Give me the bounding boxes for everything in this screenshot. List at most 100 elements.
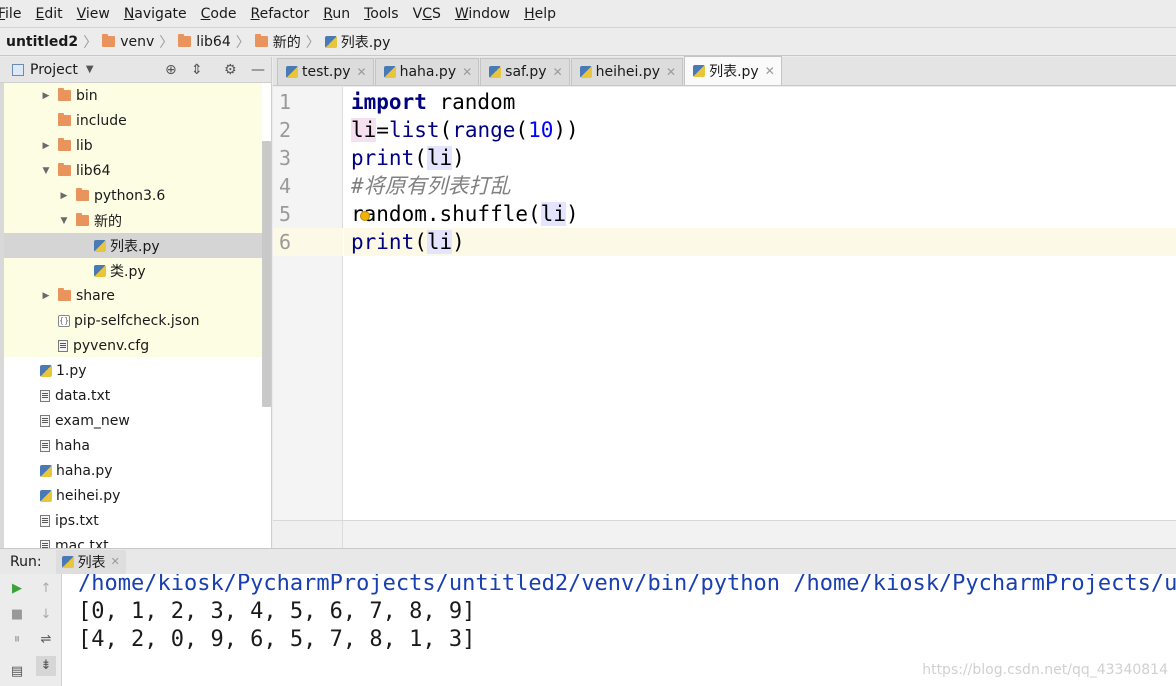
- python-file-icon: [693, 65, 706, 77]
- breadcrumb-file[interactable]: 列表.py: [324, 32, 390, 52]
- builtin: print: [351, 230, 415, 254]
- tree-item[interactable]: ▶ share: [4, 283, 262, 308]
- arrow-down-icon[interactable]: ↓: [36, 605, 56, 625]
- breadcrumb-lib64[interactable]: lib64: [178, 34, 231, 50]
- chevron-right-icon[interactable]: ▶: [40, 291, 52, 301]
- close-icon[interactable]: ✕: [357, 65, 367, 79]
- tree-item[interactable]: pyvenv.cfg: [4, 333, 262, 358]
- run-label: Run:: [10, 553, 42, 570]
- code-editor[interactable]: 1 2 3 4 5 6 import random li=list(range(…: [273, 87, 1176, 520]
- chevron-down-icon[interactable]: ▼: [58, 216, 70, 226]
- console-command-line: /home/kiosk/PycharmProjects/untitled2/ve…: [78, 574, 1176, 596]
- chevron-right-icon[interactable]: ▶: [40, 141, 52, 151]
- tree-item[interactable]: ▶ bin: [4, 83, 262, 108]
- menu-vcs[interactable]: VCS: [406, 0, 448, 28]
- identifier: random: [426, 90, 516, 114]
- menu-window[interactable]: Window: [448, 0, 517, 28]
- menu-view[interactable]: View: [70, 0, 117, 28]
- editor-tab[interactable]: haha.py ✕: [374, 58, 480, 85]
- run-tab-label: 列表: [77, 554, 106, 571]
- editor-tab[interactable]: 列表.py ✕: [684, 56, 782, 85]
- close-icon[interactable]: ✕: [553, 65, 563, 79]
- intention-bulb-icon[interactable]: [360, 211, 370, 221]
- soft-wrap-icon[interactable]: ⇌: [36, 630, 56, 650]
- tree-item[interactable]: 类.py: [4, 258, 262, 283]
- number-literal: 10: [528, 118, 554, 142]
- close-icon[interactable]: ✕: [765, 64, 775, 78]
- paren: (: [439, 118, 453, 142]
- builtin: print: [351, 146, 415, 170]
- tree-item[interactable]: heihei.py: [4, 483, 262, 508]
- editor-tab[interactable]: saf.py ✕: [480, 58, 570, 85]
- menu-file[interactable]: File: [0, 0, 28, 28]
- paren: (: [414, 146, 427, 170]
- breadcrumb-separator: 〉: [159, 34, 174, 51]
- variable: li: [426, 146, 453, 170]
- python-file-icon: [489, 66, 502, 78]
- menu-run[interactable]: Run: [316, 0, 357, 28]
- close-icon[interactable]: ✕: [666, 65, 676, 79]
- gear-icon[interactable]: ⚙: [224, 62, 237, 78]
- tree-item[interactable]: ips.txt: [4, 508, 262, 533]
- folder-icon: [76, 213, 89, 226]
- tree-item[interactable]: ▼ lib64: [4, 158, 262, 183]
- hide-panel-icon[interactable]: —: [251, 62, 265, 78]
- tree-item-label: 新的: [94, 213, 122, 230]
- code-line-1[interactable]: import random: [351, 88, 515, 116]
- scroll-to-end-icon[interactable]: ⇟: [36, 656, 56, 676]
- paren: )): [553, 118, 579, 142]
- tree-item[interactable]: haha: [4, 433, 262, 458]
- line-number: 5: [279, 202, 292, 226]
- menu-tools[interactable]: Tools: [357, 0, 406, 28]
- code-line-5[interactable]: random.shuffle(li): [351, 200, 579, 228]
- stop-icon[interactable]: ■: [7, 605, 27, 625]
- tree-item[interactable]: ▶ python3.6: [4, 183, 262, 208]
- project-view-selector[interactable]: Project ▼: [12, 62, 94, 78]
- menu-edit[interactable]: Edit: [28, 0, 69, 28]
- tree-item[interactable]: 列表.py: [4, 233, 262, 258]
- tree-item[interactable]: ▼ 新的: [4, 208, 262, 233]
- collapse-all-icon[interactable]: ⇕: [191, 62, 203, 78]
- run-config-tab[interactable]: 列表 ✕: [55, 549, 126, 574]
- menu-help[interactable]: Help: [517, 0, 563, 28]
- project-tree-scrollbar[interactable]: [262, 141, 271, 407]
- layout-icon[interactable]: ▤: [7, 662, 27, 682]
- menu-refactor[interactable]: Refactor: [243, 0, 316, 28]
- watermark: https://blog.csdn.net/qq_43340814: [922, 662, 1168, 678]
- tree-item[interactable]: exam_new: [4, 408, 262, 433]
- menu-navigate[interactable]: Navigate: [117, 0, 194, 28]
- tree-item-label: heihei.py: [56, 487, 121, 504]
- tree-item[interactable]: data.txt: [4, 383, 262, 408]
- tree-item[interactable]: 1.py: [4, 358, 262, 383]
- pause-icon[interactable]: ⏸: [7, 630, 27, 650]
- chevron-right-icon[interactable]: ▶: [40, 91, 52, 101]
- code-line-6[interactable]: print(li): [351, 228, 465, 256]
- tree-item[interactable]: {} pip-selfcheck.json: [4, 308, 262, 333]
- code-line-3[interactable]: print(li): [351, 144, 465, 172]
- code-line-4[interactable]: #将原有列表打乱: [351, 172, 511, 200]
- tree-item[interactable]: haha.py: [4, 458, 262, 483]
- arrow-up-icon[interactable]: ↑: [36, 579, 56, 599]
- menu-code[interactable]: Code: [194, 0, 244, 28]
- tree-item[interactable]: mac.txt: [4, 533, 262, 548]
- tree-item[interactable]: ▶ lib: [4, 133, 262, 158]
- python-file-icon: [40, 489, 52, 502]
- breadcrumb-venv[interactable]: venv: [102, 34, 154, 50]
- chevron-down-icon[interactable]: ▼: [40, 166, 52, 176]
- run-console[interactable]: /home/kiosk/PycharmProjects/untitled2/ve…: [62, 574, 1176, 686]
- rerun-icon[interactable]: ▶: [7, 579, 27, 599]
- editor-tab[interactable]: heihei.py ✕: [570, 58, 684, 85]
- breadcrumb-xinde[interactable]: 新的: [254, 32, 301, 52]
- project-icon: [12, 63, 24, 76]
- locate-target-icon[interactable]: ⊕: [165, 62, 177, 78]
- tree-item[interactable]: include: [4, 108, 262, 133]
- keyword: import: [351, 90, 427, 114]
- close-icon[interactable]: ✕: [462, 65, 472, 79]
- variable: li: [540, 202, 566, 226]
- breadcrumb-project[interactable]: untitled2: [6, 34, 78, 50]
- python-file-icon: [324, 35, 337, 48]
- chevron-right-icon[interactable]: ▶: [58, 191, 70, 201]
- code-line-2[interactable]: li=list(range(10)): [351, 116, 579, 144]
- editor-tab[interactable]: test.py ✕: [277, 58, 374, 85]
- close-icon[interactable]: ✕: [111, 555, 120, 568]
